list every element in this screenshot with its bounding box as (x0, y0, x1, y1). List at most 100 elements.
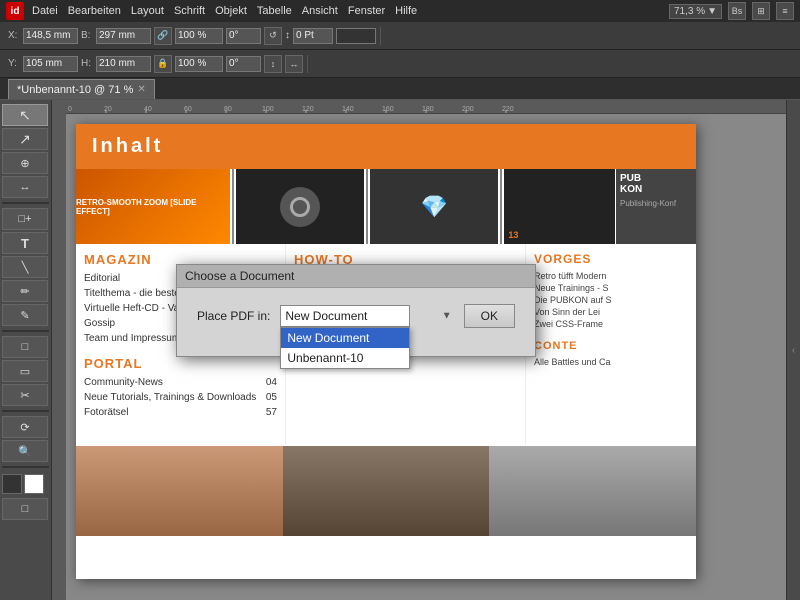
dialog-title-bar: Choose a Document (177, 265, 535, 288)
flip-h-icon[interactable]: ↔ (285, 55, 303, 73)
page-tool[interactable]: ⊕ (2, 152, 48, 174)
workspace-button[interactable]: ≡ (776, 2, 794, 20)
tool-divider3 (2, 410, 49, 412)
h-input[interactable] (96, 56, 151, 72)
tab-close-btn[interactable]: ✕ (137, 84, 145, 95)
h-label: H: (81, 58, 93, 69)
tool-divider (2, 202, 49, 204)
fill-swatch[interactable] (2, 474, 22, 494)
menu-datei[interactable]: Datei (32, 5, 58, 17)
svg-text:140: 140 (342, 106, 354, 113)
doc-img-4: 13 (504, 169, 615, 244)
gap-tool[interactable]: ↔ (2, 176, 48, 198)
doc-vorges-col: VORGES Retro tüfft Modern Neue Trainings… (526, 244, 696, 444)
menu-fenster[interactable]: Fenster (348, 5, 385, 17)
menu-layout[interactable]: Layout (131, 5, 164, 17)
horizontal-ruler: 0 20 40 60 80 100 120 140 160 (66, 100, 786, 114)
stroke-color[interactable] (336, 28, 376, 44)
scale2-input[interactable] (175, 56, 223, 72)
svg-text:160: 160 (382, 106, 394, 113)
line-tool[interactable]: ╲ (2, 256, 48, 278)
svg-text:40: 40 (144, 106, 152, 113)
right-panel-collapse[interactable]: ‹ (786, 100, 800, 600)
doc-img-2 (236, 169, 364, 244)
img-divider (232, 169, 234, 244)
x-input[interactable] (23, 28, 78, 44)
dropdown-item-unbenannt[interactable]: Unbenannt-10 (281, 348, 409, 368)
place-pdf-label: Place PDF in: (197, 309, 270, 323)
vertical-ruler (52, 100, 66, 600)
menu-bar[interactable]: Datei Bearbeiten Layout Schrift Objekt T… (32, 5, 661, 17)
svg-text:120: 120 (302, 106, 314, 113)
dialog-ok-button[interactable]: OK (464, 304, 515, 328)
canvas-area[interactable]: 0 20 40 60 80 100 120 140 160 (52, 100, 786, 600)
menu-objekt[interactable]: Objekt (215, 5, 247, 17)
scissors-tool[interactable]: ✂ (2, 384, 48, 406)
svg-text:200: 200 (462, 106, 474, 113)
angle1-input[interactable] (226, 28, 261, 44)
selection-tool[interactable]: ↖ (2, 104, 48, 126)
direct-selection-tool[interactable]: ↗ (2, 128, 48, 150)
pencil-tool[interactable]: ✎ (2, 304, 48, 326)
free-transform-tool[interactable]: ⟳ (2, 416, 48, 438)
view-options[interactable]: ⊞ (752, 2, 770, 20)
toolbar-xy-group: X: B: 🔗 ↺ ↕ (4, 27, 381, 45)
pt-label: ↕ (285, 30, 290, 41)
place-pdf-select-wrapper[interactable]: New Document ▼ New Document Unbenannt-10 (280, 305, 453, 327)
svg-text:20: 20 (104, 106, 112, 113)
y-input[interactable] (23, 56, 78, 72)
flip-icon[interactable]: ↕ (264, 55, 282, 73)
pt-input[interactable] (293, 28, 333, 44)
ruler-v-svg (52, 100, 66, 600)
doc-header: Inhalt (76, 124, 696, 169)
portal-subsection: PORTAL Community-News04 Neue Tutorials, … (84, 356, 277, 420)
menu-schrift[interactable]: Schrift (174, 5, 205, 17)
dialog-body: Place PDF in: New Document ▼ New Documen… (177, 288, 535, 356)
doc-image-strip: RETRO-SMOOTH ZOOM [SLIDE EFFECT] 💎 13 (76, 169, 696, 244)
angle2-input[interactable] (226, 56, 261, 72)
vorges-item-2: Die PUBKON auf S (534, 294, 688, 306)
img-divider2 (366, 169, 368, 244)
svg-text:80: 80 (224, 106, 232, 113)
color-swatches (2, 474, 49, 494)
pubkon-title2: KON (620, 184, 692, 195)
zoom-tool[interactable]: 🔍 (2, 440, 48, 462)
menu-ansicht[interactable]: Ansicht (302, 5, 338, 17)
dialog-title: Choose a Document (185, 269, 294, 283)
scale1-input[interactable] (175, 28, 223, 44)
menu-hilfe[interactable]: Hilfe (395, 5, 417, 17)
frame-tool[interactable]: □ (2, 336, 48, 358)
constrain-icon[interactable]: 🔒 (154, 55, 172, 73)
left-tool-panel: ↖ ↗ ⊕ ↔ □+ T ╲ ✏ ✎ □ ▭ ✂ ⟳ 🔍 □ (0, 100, 52, 600)
svg-text:0: 0 (68, 106, 72, 113)
dropdown-list[interactable]: New Document Unbenannt-10 (280, 327, 410, 369)
toolbar-yx-group: Y: H: 🔒 ↕ ↔ (4, 55, 308, 73)
rectangle-tool[interactable]: ▭ (2, 360, 48, 382)
svg-text:100: 100 (262, 106, 274, 113)
stroke-swatch[interactable] (24, 474, 44, 494)
content-collector[interactable]: □+ (2, 208, 48, 230)
rotate-icon[interactable]: ↺ (264, 27, 282, 45)
zoom-display[interactable]: 71,3 % ▼ (669, 4, 722, 19)
doc-header-title: Inhalt (92, 135, 163, 158)
title-bar-right: 71,3 % ▼ Bs ⊞ ≡ (669, 2, 794, 20)
dropdown-item-new-document[interactable]: New Document (281, 328, 409, 348)
choose-document-dialog: Choose a Document Place PDF in: New Docu… (176, 264, 536, 357)
b-input[interactable] (96, 28, 151, 44)
publishing-block: PUB KON Publishing-Konf (616, 169, 696, 244)
bridge-button[interactable]: Bs (728, 2, 746, 20)
type-tool[interactable]: T (2, 232, 48, 254)
bottom-img-3 (489, 446, 696, 536)
place-pdf-select[interactable]: New Document (280, 305, 410, 327)
link-icon[interactable]: 🔗 (154, 27, 172, 45)
pubkon-title: PUB (620, 173, 692, 184)
menu-tabelle[interactable]: Tabelle (257, 5, 292, 17)
pen-tool[interactable]: ✏ (2, 280, 48, 302)
preview-mode[interactable]: □ (2, 498, 48, 520)
vorges-item-4: Zwei CSS-Frame (534, 318, 688, 330)
b-label: B: (81, 30, 93, 41)
document-tab[interactable]: *Unbenannt-10 @ 71 % ✕ (8, 79, 155, 99)
menu-bearbeiten[interactable]: Bearbeiten (68, 5, 121, 17)
toolbar-1: X: B: 🔗 ↺ ↕ (0, 22, 800, 50)
title-bar: id Datei Bearbeiten Layout Schrift Objek… (0, 0, 800, 22)
